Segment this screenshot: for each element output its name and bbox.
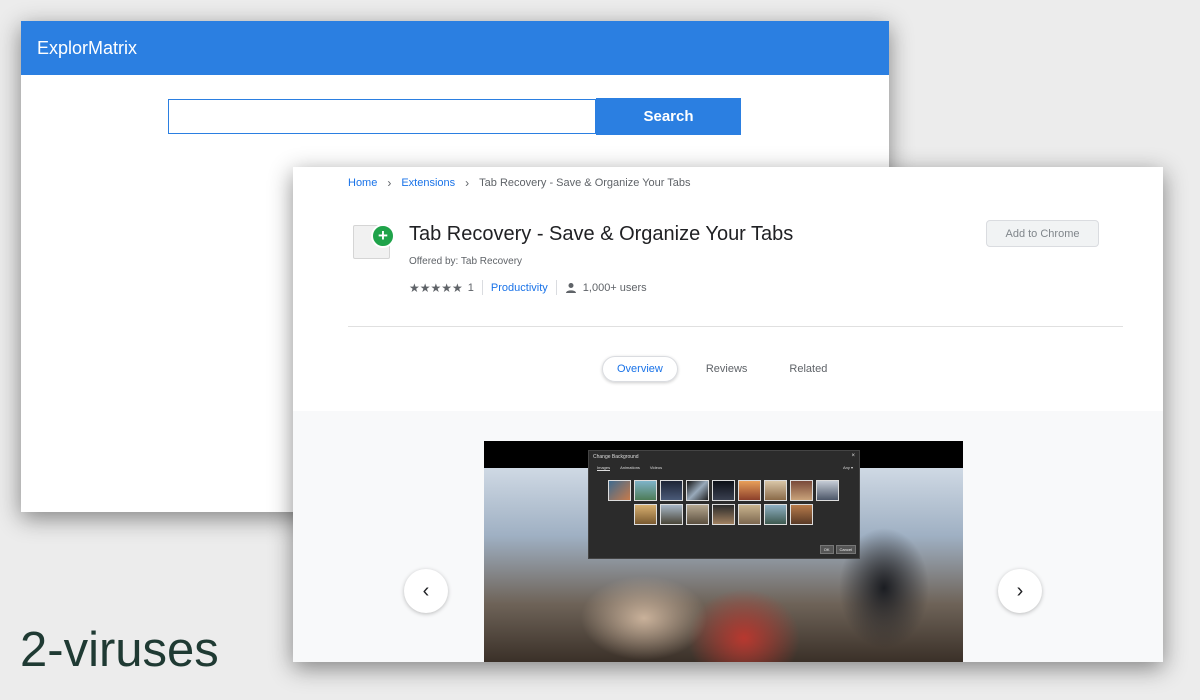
dialog-buttons: OK Cancel — [818, 545, 856, 554]
tab-overview[interactable]: Overview — [602, 356, 678, 382]
breadcrumb-home[interactable]: Home — [348, 177, 377, 189]
divider — [481, 280, 483, 295]
watermark: 2-viruses — [20, 623, 219, 677]
breadcrumb-current: Tab Recovery - Save & Organize Your Tabs — [479, 177, 691, 189]
chevron-right-icon: › — [465, 176, 470, 190]
breadcrumb: Home › Extensions › Tab Recovery - Save … — [348, 176, 691, 190]
search-bar: Search — [168, 98, 741, 135]
thumbnail — [763, 480, 787, 501]
detail-tabs: Overview Reviews Related — [602, 356, 855, 382]
dialog-tab-animations: Animations — [620, 465, 640, 470]
thumbnail — [685, 504, 709, 525]
thumbnail-grid — [606, 480, 846, 528]
chevron-right-icon[interactable]: › — [998, 569, 1042, 613]
category-link[interactable]: Productivity — [491, 282, 548, 294]
app-title: ExplorMatrix — [37, 37, 138, 58]
dialog-tabs: Images Animations Videos — [597, 465, 672, 471]
tab-related[interactable]: Related — [775, 357, 841, 381]
thumbnail — [633, 480, 657, 501]
close-icon: × — [851, 453, 855, 459]
divider — [555, 280, 557, 295]
plus-icon: + — [371, 224, 395, 248]
thumbnail — [815, 480, 839, 501]
dialog-title: Change Background — [593, 454, 639, 460]
search-button[interactable]: Search — [596, 98, 741, 135]
star-icon[interactable]: ★★★★★ — [409, 281, 463, 295]
rating-count[interactable]: 1 — [468, 282, 474, 294]
thumbnail — [607, 480, 631, 501]
explormatrix-header: ExplorMatrix — [21, 21, 889, 75]
extension-meta: ★★★★★ 1 Productivity 1,000+ users — [409, 280, 647, 295]
offered-by: Offered by: Tab Recovery — [409, 256, 523, 267]
chrome-web-store-window: Home › Extensions › Tab Recovery - Save … — [293, 167, 1163, 662]
thumbnail — [633, 504, 657, 525]
add-to-chrome-button[interactable]: Add to Chrome — [986, 220, 1099, 247]
breadcrumb-extensions[interactable]: Extensions — [401, 177, 455, 189]
chevron-right-icon: › — [387, 176, 392, 190]
tab-reviews[interactable]: Reviews — [692, 357, 762, 381]
thumbnail — [711, 504, 735, 525]
thumbnail — [789, 480, 813, 501]
dialog-cancel-button: Cancel — [835, 545, 856, 554]
dialog-filter: Any ▾ — [842, 465, 853, 470]
screenshot-gallery: Change Background × Images Animations Vi… — [293, 411, 1163, 662]
dialog-ok-button: OK — [819, 545, 834, 554]
extension-screenshot: Change Background × Images Animations Vi… — [484, 441, 963, 662]
thumbnail — [685, 480, 709, 501]
thumbnail — [659, 480, 683, 501]
thumbnail — [711, 480, 735, 501]
user-icon — [565, 282, 576, 293]
section-divider — [348, 326, 1123, 327]
search-input[interactable] — [168, 99, 596, 134]
user-count: 1,000+ users — [582, 281, 647, 294]
change-background-dialog: Change Background × Images Animations Vi… — [588, 450, 860, 559]
thumbnail — [763, 504, 787, 525]
dialog-tab-videos: Videos — [649, 465, 663, 470]
thumbnail — [659, 504, 683, 525]
thumbnail — [737, 504, 761, 525]
dialog-tab-images: Images — [597, 465, 611, 471]
thumbnail — [789, 504, 813, 525]
chevron-left-icon[interactable]: ‹ — [404, 569, 448, 613]
extension-title: Tab Recovery - Save & Organize Your Tabs — [409, 223, 794, 245]
thumbnail — [737, 480, 761, 501]
